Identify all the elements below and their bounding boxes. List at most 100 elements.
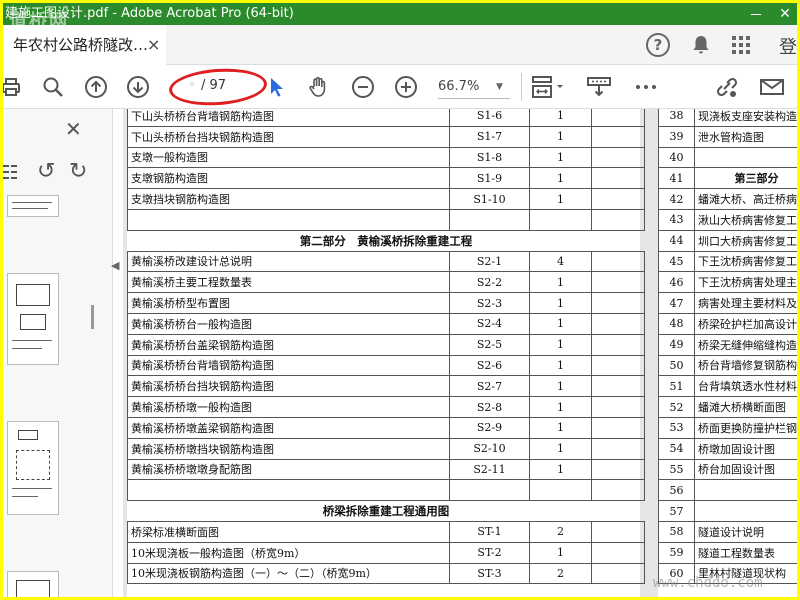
row-number-cell: 56 — [658, 479, 695, 502]
tab-close-button[interactable]: × — [147, 25, 160, 65]
drawing-name-cell: 台背填筑透水性材料 — [694, 375, 797, 398]
sheet-count-cell: 1 — [529, 375, 592, 398]
remarks-cell — [591, 188, 645, 210]
drawing-name-cell — [127, 479, 450, 502]
drawing-name-cell: 蟠滩大桥横断面图 — [694, 396, 797, 418]
page-thumbnail[interactable] — [7, 195, 59, 217]
drawing-name-cell — [694, 500, 797, 522]
section-heading: 第二部分 黄榆溪桥拆除重建工程 — [127, 229, 645, 252]
previous-page-icon[interactable] — [84, 75, 108, 99]
drawing-code-cell: S2-10 — [449, 437, 530, 460]
select-cursor-icon[interactable] — [265, 75, 289, 99]
search-icon[interactable] — [41, 75, 65, 99]
page-thumbnail[interactable] — [7, 571, 59, 597]
zoom-in-icon[interactable] — [394, 75, 418, 99]
help-icon[interactable]: ? — [646, 33, 670, 57]
apps-grid-icon[interactable] — [729, 33, 753, 57]
sheet-count-cell — [529, 479, 592, 502]
drawing-name-cell: 黄榆溪桥桥型布置图 — [127, 292, 450, 314]
acrobat-window: 建施工图设计.pdf - Adobe Acrobat Pro (64-bit) … — [3, 3, 797, 597]
row-number-cell: 55 — [658, 458, 695, 481]
sheet-count-cell: 2 — [529, 562, 592, 585]
rotate-left-icon[interactable]: ↺ — [37, 159, 55, 184]
sheet-count-cell: 1 — [529, 125, 592, 148]
remarks-cell — [591, 375, 645, 398]
tab-bar: 年农村公路桥隧改… × ? 登 — [3, 25, 797, 65]
sheet-count-cell: 1 — [529, 109, 592, 127]
email-icon[interactable] — [759, 75, 785, 99]
remarks-cell — [591, 292, 645, 314]
drawing-name-cell: 支墩钢筋构造图 — [127, 167, 450, 190]
drawing-name-cell — [694, 146, 797, 169]
zoom-out-icon[interactable] — [351, 75, 375, 99]
remarks-cell — [591, 520, 645, 543]
drawing-name-cell — [127, 208, 450, 231]
table-row — [127, 479, 645, 502]
chevron-down-icon: ▼ — [496, 82, 503, 92]
drawing-name-cell: 黄榆溪桥改建设计总说明 — [127, 250, 450, 273]
table-row: 黄榆溪桥桥墩盖梁钢筋构造图 S2-9 1 — [127, 416, 645, 439]
table-row: 10米现浇板钢筋构造图（一）～（二）（桥宽9m） ST-3 2 — [127, 562, 645, 585]
window-close-button[interactable]: ✕ — [773, 3, 797, 25]
hand-tool-icon[interactable] — [306, 75, 330, 99]
table-row: 52 蟠滩大桥横断面图 — [658, 396, 797, 418]
table-row: 黄榆溪桥主要工程数量表 S2-2 1 — [127, 271, 645, 294]
table-row — [127, 208, 645, 231]
more-tools-icon[interactable] — [634, 75, 658, 99]
window-title: 建施工图设计.pdf - Adobe Acrobat Pro (64-bit) — [5, 6, 294, 21]
row-number-cell: 43 — [658, 208, 695, 231]
remarks-cell — [591, 146, 645, 169]
zoom-level-value: 66.7% — [438, 79, 480, 94]
table-row: 43 湫山大桥病害修复工 — [658, 208, 797, 231]
drawing-name-cell: 病害处理主要材料及 — [694, 292, 797, 314]
thumbnail-options-icon[interactable] — [3, 163, 23, 181]
drawing-name-cell: 桥梁砼护栏加高设计 — [694, 312, 797, 335]
table-row: 47 病害处理主要材料及 — [658, 292, 797, 314]
fit-page-icon[interactable] — [531, 75, 565, 99]
print-icon[interactable] — [3, 75, 23, 99]
document-tab[interactable]: 年农村公路桥隧改… × — [3, 25, 166, 65]
page-thumbnail[interactable] — [7, 273, 59, 365]
zoom-level-dropdown[interactable]: 66.7% ▼ — [438, 75, 510, 99]
sign-in-link[interactable]: 登 — [779, 33, 797, 59]
drawing-name-cell: 黄榆溪桥桥墩盖梁钢筋构造图 — [127, 416, 450, 439]
remarks-cell — [591, 562, 645, 585]
table-row: 57 — [658, 500, 797, 522]
remarks-cell — [591, 109, 645, 127]
thumbnails-scrollbar[interactable] — [91, 305, 94, 329]
scroll-mode-icon[interactable] — [586, 75, 612, 99]
bell-icon[interactable] — [689, 33, 713, 57]
row-number-cell: 51 — [658, 375, 695, 398]
remarks-cell — [591, 437, 645, 460]
drawing-name-cell: 桥台背墙修复钢筋构 — [694, 354, 797, 377]
close-panel-icon[interactable]: ✕ — [65, 117, 82, 141]
document-viewport[interactable]: 下山头桥桥台背墙钢筋构造图 S1-6 1 下山头桥桥台挡块钢筋构造图 S1-7 1 支墩一般… — [123, 109, 797, 597]
collapse-panel-icon[interactable]: ◀ — [111, 259, 119, 272]
table-row: 黄榆溪桥改建设计总说明 S2-1 4 — [127, 250, 645, 273]
sheet-count-cell: 1 — [529, 167, 592, 190]
table-row: 59 隧道工程数量表 — [658, 541, 797, 564]
drawing-code-cell: S2-1 — [449, 250, 530, 273]
table-row: 45 下王沈桥病害修复工 — [658, 250, 797, 273]
drawing-name-cell: 10米现浇板钢筋构造图（一）～（二）（桥宽9m） — [127, 562, 450, 585]
table-row: 第二部分 黄榆溪桥拆除重建工程 — [127, 229, 645, 252]
pdf-page-right: 38 现浇板支座安装构造 39 泄水管构造图 40 41 第三部分 42 蟠滩大桥、高迁桥病 43… — [658, 109, 797, 597]
drawing-code-cell — [449, 208, 530, 231]
drawing-name-cell — [694, 479, 797, 502]
table-row: 51 台背填筑透水性材料 — [658, 375, 797, 398]
rotate-right-icon[interactable]: ↻ — [69, 159, 87, 184]
page-thumbnail[interactable] — [7, 421, 59, 515]
remarks-cell — [591, 333, 645, 356]
drawing-name-cell: 桥面更换防撞护栏钢 — [694, 416, 797, 439]
minimize-button[interactable] — [741, 3, 771, 25]
row-number-cell: 48 — [658, 312, 695, 335]
drawing-code-cell: S1-9 — [449, 167, 530, 190]
drawing-name-cell: 黄榆溪桥桥墩一般构造图 — [127, 396, 450, 418]
share-link-icon[interactable] — [714, 75, 738, 99]
table-row: 桥梁标准横断面图 ST-1 2 — [127, 520, 645, 543]
sheet-count-cell: 1 — [529, 188, 592, 210]
row-number-cell: 53 — [658, 416, 695, 439]
remarks-cell — [591, 541, 645, 564]
drawing-code-cell: S2-7 — [449, 375, 530, 398]
next-page-icon[interactable] — [126, 75, 150, 99]
